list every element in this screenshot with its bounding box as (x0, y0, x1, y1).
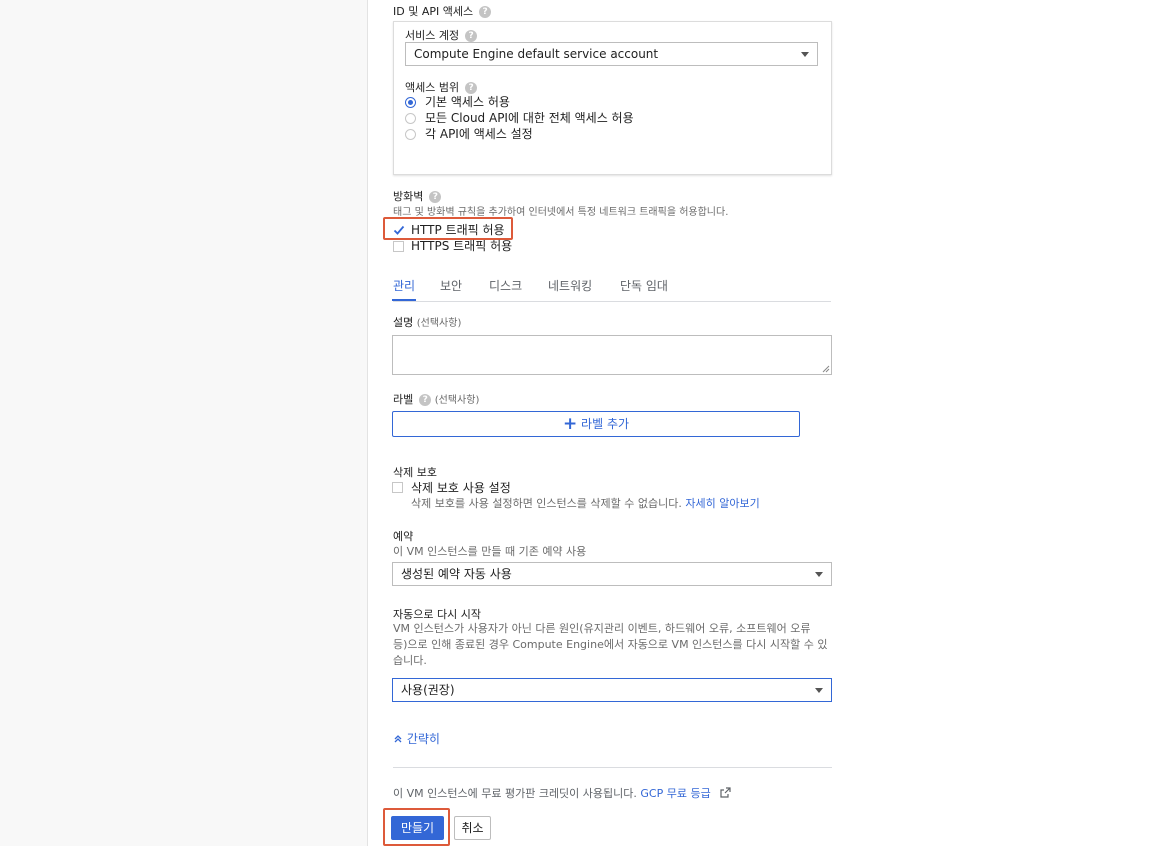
tab-sole-tenancy[interactable]: 단독 임대 (620, 277, 668, 294)
dropdown-caret-icon (815, 572, 823, 577)
deletion-protection-label: 삭제 보호 사용 설정 (411, 481, 511, 495)
firewall-title: 방화벽? (393, 188, 442, 204)
chevron-up-double-icon (394, 735, 402, 743)
highlight-create-button (383, 808, 450, 846)
service-account-select[interactable]: Compute Engine default service account (405, 42, 818, 66)
radio-label-full-access: 모든 Cloud API에 대한 전체 액세스 허용 (425, 111, 634, 125)
labels-optional-text: (선택사항) (434, 395, 480, 406)
tab-networking[interactable]: 네트워킹 (548, 277, 592, 294)
service-account-label-text: 서비스 계정 (405, 29, 460, 42)
cancel-button[interactable]: 취소 (454, 816, 491, 840)
external-link-icon[interactable] (720, 787, 731, 798)
deletion-protection-desc: 삭제 보호를 사용 설정하면 인스턴스를 삭제할 수 없습니다. 자세히 알아보… (411, 495, 760, 511)
deletion-protection-desc-text: 삭제 보호를 사용 설정하면 인스턴스를 삭제할 수 없습니다. (411, 497, 682, 510)
collapse-link[interactable]: 간략히 (393, 730, 440, 747)
auto-restart-title: 자동으로 다시 시작 (393, 608, 481, 621)
add-label-text: 라벨 추가 (581, 417, 630, 431)
auto-restart-desc-line: 등)으로 인해 종료된 경우 Compute Engine에서 자동으로 VM … (393, 638, 828, 651)
description-textarea[interactable] (392, 335, 832, 375)
deletion-protection-title: 삭제 보호 (393, 466, 437, 479)
auto-restart-desc-line: VM 인스턴스가 사용자가 아닌 다른 원인(유지관리 이벤트, 하드웨어 오류… (393, 622, 811, 635)
footer-divider (393, 767, 832, 768)
reservation-description: 이 VM 인스턴스를 만들 때 기존 예약 사용 (393, 545, 587, 558)
free-trial-text: 이 VM 인스턴스에 무료 평가판 크레딧이 사용됩니다. (393, 787, 637, 800)
help-icon[interactable]: ? (479, 6, 492, 18)
service-account-label: 서비스 계정? (405, 27, 478, 43)
tabs-divider (393, 301, 831, 302)
radio-default-access[interactable] (405, 97, 416, 108)
help-icon[interactable]: ? (465, 30, 478, 42)
description-optional-text: (선택사항) (416, 318, 462, 329)
left-pane (0, 0, 368, 846)
tab-management[interactable]: 관리 (393, 277, 415, 294)
https-traffic-checkbox[interactable] (393, 241, 404, 252)
free-trial-note: 이 VM 인스턴스에 무료 평가판 크레딧이 사용됩니다. GCP 무료 등급 (393, 785, 731, 801)
tab-security[interactable]: 보안 (440, 277, 462, 294)
collapse-link-text: 간략히 (406, 732, 440, 746)
reservation-title: 예약 (393, 530, 414, 543)
gcp-free-tier-link[interactable]: GCP 무료 등급 (640, 787, 710, 800)
add-label-button[interactable]: + 라벨 추가 (392, 411, 800, 437)
dropdown-caret-icon (801, 52, 809, 57)
radio-label-per-api-access: 각 API에 액세스 설정 (425, 127, 533, 141)
reservation-select[interactable]: 생성된 예약 자동 사용 (392, 562, 832, 586)
help-icon[interactable]: ? (419, 394, 432, 406)
tab-disks[interactable]: 디스크 (489, 277, 522, 294)
labels-label-text: 라벨 (393, 393, 414, 406)
auto-restart-description: VM 인스턴스가 사용자가 아닌 다른 원인(유지관리 이벤트, 하드웨어 오류… (393, 621, 833, 669)
radio-per-api-access[interactable] (405, 129, 416, 140)
reservation-value: 생성된 예약 자동 사용 (401, 567, 512, 581)
description-label: 설명 (선택사항) (393, 314, 461, 330)
auto-restart-desc-line: 습니다. (393, 654, 427, 667)
firewall-title-text: 방화벽 (393, 190, 424, 203)
active-tab-indicator (392, 299, 416, 301)
dropdown-caret-icon (815, 688, 823, 693)
identity-title-text: ID 및 API 액세스 (393, 5, 474, 18)
firewall-description: 태그 및 방화벽 규칙을 추가하여 인터넷에서 특정 네트워크 트래픽을 허용합… (393, 207, 729, 218)
help-icon[interactable]: ? (429, 191, 442, 203)
deletion-protection-checkbox[interactable] (392, 482, 403, 493)
radio-label-default-access: 기본 액세스 허용 (425, 95, 510, 109)
description-label-text: 설명 (393, 316, 414, 329)
service-account-value: Compute Engine default service account (414, 47, 659, 61)
https-traffic-label: HTTPS 트래픽 허용 (411, 239, 513, 253)
resize-handle-icon[interactable] (822, 365, 830, 373)
auto-restart-value: 사용(권장) (401, 683, 455, 697)
plus-icon: + (562, 414, 578, 434)
auto-restart-select[interactable]: 사용(권장) (392, 678, 832, 702)
learn-more-link[interactable]: 자세히 알아보기 (685, 497, 759, 510)
labels-label: 라벨? (선택사항) (393, 391, 479, 407)
radio-full-access[interactable] (405, 113, 416, 124)
identity-section-title: ID 및 API 액세스? (393, 3, 492, 19)
